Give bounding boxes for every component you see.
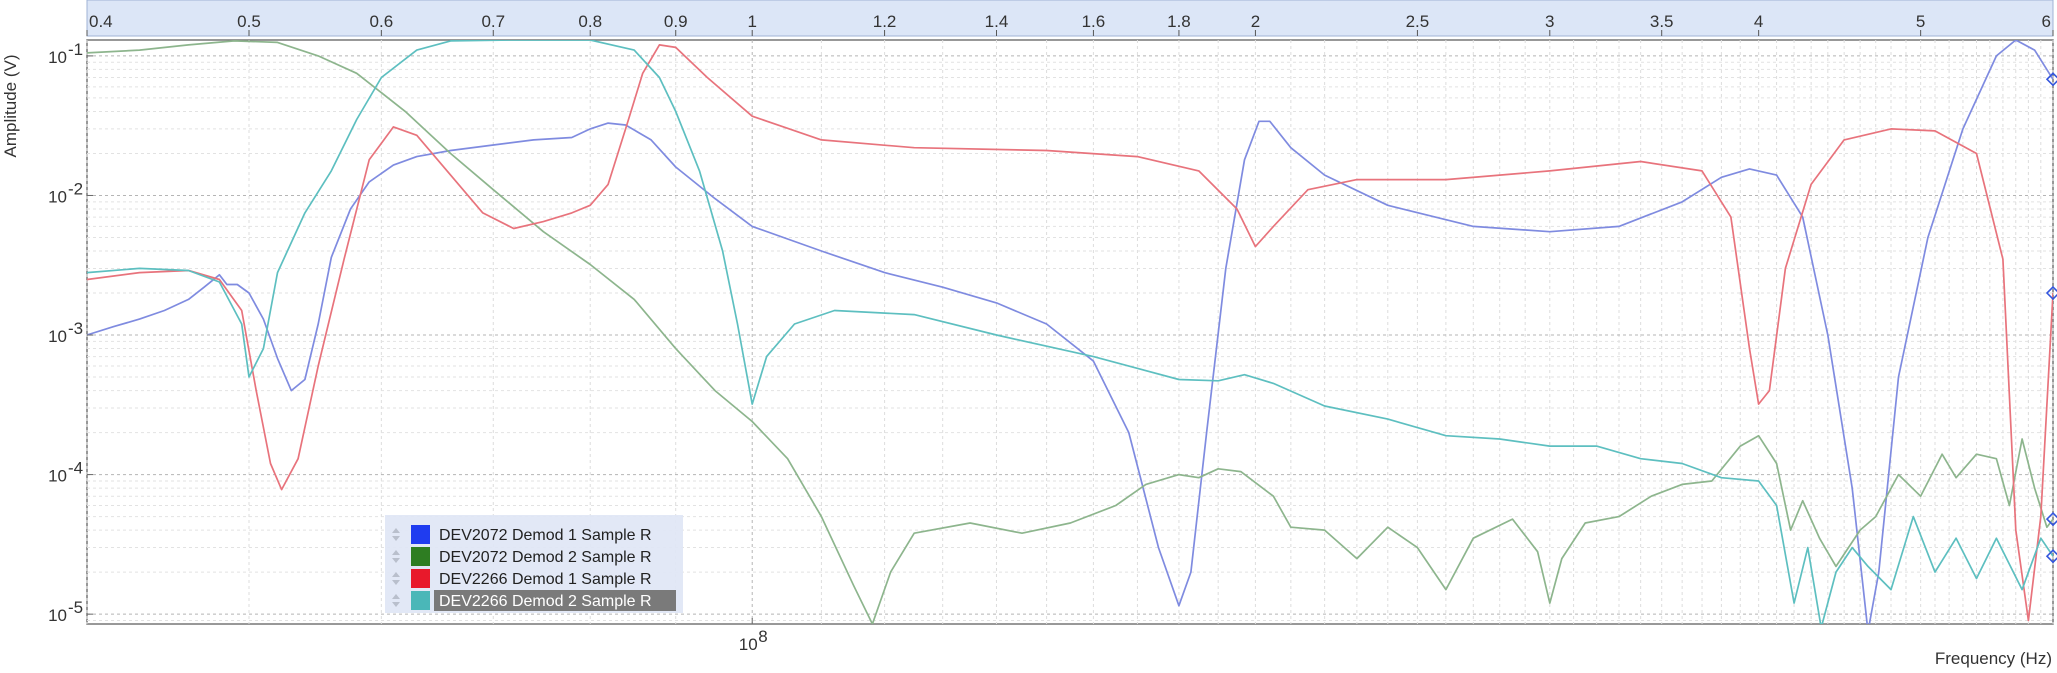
top-tick-label: 1.2 <box>873 12 897 31</box>
legend-swatch-4 <box>411 591 430 610</box>
y-tick-label: 10 <box>48 467 67 486</box>
top-tick-label: 5 <box>1916 12 1925 31</box>
legend-swatch-3 <box>411 569 430 588</box>
y-tick-label: 10 <box>48 48 67 67</box>
top-tick-label: 1.8 <box>1167 12 1191 31</box>
top-tick-label: 1.4 <box>985 12 1009 31</box>
top-tick-label: 3.5 <box>1650 12 1674 31</box>
top-tick-label: 2 <box>1251 12 1260 31</box>
top-tick-label: 0.6 <box>370 12 394 31</box>
legend-swatch-1 <box>411 525 430 544</box>
top-tick-label: 2.5 <box>1406 12 1430 31</box>
top-tick-label: 3 <box>1545 12 1554 31</box>
legend-label-2: DEV2072 Demod 2 Sample R <box>439 549 652 566</box>
top-tick-label: 1 <box>747 12 756 31</box>
x-tick-exponent: 8 <box>758 627 767 646</box>
plot-area[interactable] <box>86 39 2054 625</box>
legend-label-1: DEV2072 Demod 1 Sample R <box>439 527 652 544</box>
y-tick-exponent: -2 <box>68 179 83 198</box>
top-tick-label: 0.9 <box>664 12 688 31</box>
y-axis-title: Amplitude (V) <box>1 55 20 158</box>
top-tick-label: 0.5 <box>237 12 261 31</box>
top-tick-label: 1.6 <box>1082 12 1106 31</box>
top-tick-label: 4 <box>1754 12 1763 31</box>
legend-swatch-2 <box>411 547 430 566</box>
top-tick-label: 0.8 <box>578 12 602 31</box>
top-tick-label: 0.7 <box>481 12 505 31</box>
legend-label-4: DEV2266 Demod 2 Sample R <box>439 593 652 610</box>
top-tick-label: 0.4 <box>89 12 113 31</box>
y-tick-exponent: -3 <box>68 319 83 338</box>
y-tick-label: 10 <box>48 606 67 625</box>
x-axis-title: Frequency (Hz) <box>1935 649 2052 668</box>
frequency-response-chart: 0.4 0.5 0.6 0.7 0.8 0.9 1 1.2 1.4 1.6 1.8 2 2.5 3 3.5 4… <box>1 0 2057 668</box>
y-tick-label: 10 <box>48 187 67 206</box>
y-tick-exponent: -4 <box>68 459 83 478</box>
legend-label-3: DEV2266 Demod 1 Sample R <box>439 571 652 588</box>
x-tick-label: 10 <box>739 635 758 654</box>
top-tick-label: 6 <box>2042 12 2051 31</box>
legend: DEV2072 Demod 1 Sample R DEV2072 Demod 2 … <box>385 515 683 613</box>
y-tick-exponent: -5 <box>68 598 83 617</box>
y-tick-exponent: -1 <box>68 40 83 59</box>
y-tick-label: 10 <box>48 327 67 346</box>
